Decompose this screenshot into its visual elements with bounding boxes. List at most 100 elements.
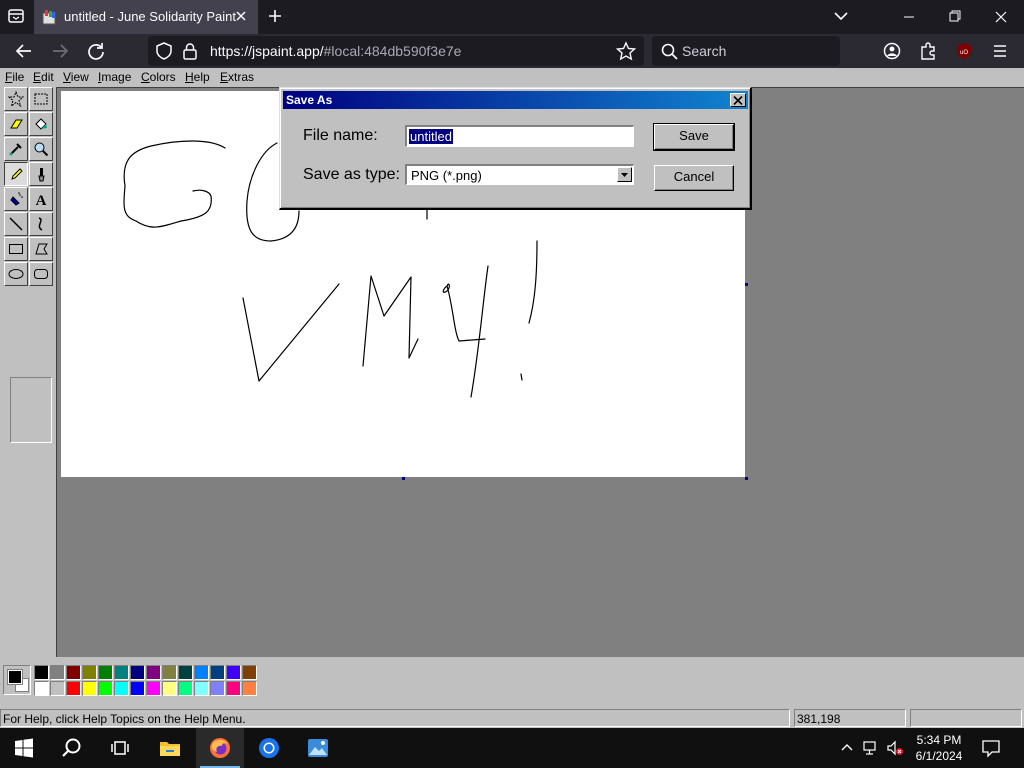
extensions-puzzle-icon[interactable] <box>916 40 940 62</box>
pick-color-tool[interactable] <box>4 137 28 161</box>
tab-close-icon[interactable] <box>233 8 249 24</box>
reload-icon[interactable] <box>84 40 108 62</box>
search-bar[interactable]: Search <box>652 36 840 66</box>
menu-extras[interactable]: Extras <box>220 70 254 84</box>
tray-chevron-up-icon[interactable] <box>838 739 856 757</box>
canvas-resize-handle-right[interactable] <box>745 283 748 286</box>
back-arrow-icon[interactable] <box>12 40 36 62</box>
tool-options-box[interactable] <box>10 377 52 443</box>
taskbar-clock[interactable]: 5:34 PM 6/1/2024 <box>904 732 974 764</box>
palette-swatch[interactable] <box>194 665 209 680</box>
line-tool[interactable] <box>4 212 28 236</box>
text-tool[interactable]: A <box>29 187 53 211</box>
palette-swatch[interactable] <box>194 681 209 696</box>
eraser-tool[interactable] <box>4 112 28 136</box>
file-explorer-button[interactable] <box>146 728 194 768</box>
palette-swatch[interactable] <box>210 681 225 696</box>
palette-swatch[interactable] <box>210 665 225 680</box>
palette-swatch[interactable] <box>226 681 241 696</box>
palette-swatch[interactable] <box>162 665 177 680</box>
curve-tool[interactable] <box>29 212 53 236</box>
menu-image[interactable]: Image <box>98 70 131 84</box>
dropdown-arrow-icon[interactable] <box>617 167 632 182</box>
palette-swatch[interactable] <box>146 681 161 696</box>
palette-swatch[interactable] <box>178 665 193 680</box>
pencil-tool[interactable] <box>4 162 28 186</box>
action-center-icon[interactable] <box>980 738 1002 758</box>
palette-swatch[interactable] <box>130 681 145 696</box>
restore-icon[interactable] <box>932 0 978 34</box>
account-icon[interactable] <box>880 40 904 62</box>
file-name-input[interactable]: untitled <box>405 125 634 147</box>
canvas-resize-handle-bottom[interactable] <box>402 477 405 480</box>
palette-swatch[interactable] <box>114 681 129 696</box>
palette-swatch[interactable] <box>98 665 113 680</box>
current-colors-box[interactable] <box>3 665 31 695</box>
save-as-type-select[interactable]: PNG (*.png) <box>405 164 634 185</box>
save-button[interactable]: Save <box>653 123 735 151</box>
browser-tab-active[interactable]: untitled - June Solidarity Paint <box>34 0 258 34</box>
foreground-color-swatch[interactable] <box>7 669 23 685</box>
hamburger-menu-icon[interactable] <box>988 40 1012 62</box>
palette-swatch[interactable] <box>66 681 81 696</box>
palette-swatch[interactable] <box>34 665 49 680</box>
menu-colors[interactable]: Colors <box>141 70 176 84</box>
bookmark-star-icon[interactable] <box>614 40 638 62</box>
palette-swatch[interactable] <box>114 665 129 680</box>
firefox-taskbar-button[interactable] <box>196 728 244 768</box>
forward-arrow-icon[interactable] <box>48 40 72 62</box>
dialog-close-button[interactable] <box>730 93 746 107</box>
menu-help-rest: elp <box>193 70 210 84</box>
free-form-select-tool[interactable] <box>4 87 28 111</box>
palette-swatch[interactable] <box>146 665 161 680</box>
tab-list-icon[interactable] <box>6 7 26 27</box>
polygon-tool[interactable] <box>29 237 53 261</box>
palette-swatch[interactable] <box>66 665 81 680</box>
network-icon[interactable] <box>862 739 880 757</box>
palette-swatch[interactable] <box>50 681 65 696</box>
select-tool[interactable] <box>29 87 53 111</box>
photos-taskbar-button[interactable] <box>294 728 342 768</box>
menu-edit[interactable]: Edit <box>33 70 54 84</box>
palette-swatch[interactable] <box>34 681 49 696</box>
minimize-icon[interactable] <box>886 0 932 34</box>
ellipse-tool[interactable] <box>4 262 28 286</box>
palette-swatch[interactable] <box>242 665 257 680</box>
menu-help[interactable]: Help <box>185 70 210 84</box>
menu-file[interactable]: File <box>5 70 24 84</box>
dialog-titlebar[interactable]: Save As <box>283 91 748 109</box>
task-view-button[interactable] <box>96 728 144 768</box>
palette-swatch[interactable] <box>178 681 193 696</box>
palette-swatch[interactable] <box>50 665 65 680</box>
list-all-tabs-chevron-icon[interactable] <box>818 0 864 34</box>
menu-bar: File Edit View Image Colors Help Extras <box>0 68 1024 86</box>
rounded-rectangle-tool[interactable] <box>29 262 53 286</box>
palette-swatch[interactable] <box>226 665 241 680</box>
ublock-origin-icon[interactable]: uO <box>952 40 976 62</box>
airbrush-tool[interactable] <box>4 187 28 211</box>
fill-tool[interactable] <box>29 112 53 136</box>
chrome-taskbar-button[interactable] <box>245 728 293 768</box>
rectangle-tool[interactable] <box>4 237 28 261</box>
url-bar[interactable]: https://jspaint.app/#local:484db590f3e7e <box>148 36 644 66</box>
start-button[interactable] <box>0 728 48 768</box>
palette-swatch[interactable] <box>82 681 97 696</box>
palette-swatch[interactable] <box>162 681 177 696</box>
window-close-icon[interactable] <box>978 0 1024 34</box>
menu-view[interactable]: View <box>63 70 89 84</box>
magnifier-tool[interactable] <box>29 137 53 161</box>
lock-icon[interactable] <box>178 40 202 62</box>
palette-swatch[interactable] <box>242 681 257 696</box>
canvas-resize-handle-corner[interactable] <box>745 477 748 480</box>
task-view-icon <box>111 741 129 755</box>
palette-swatch[interactable] <box>82 665 97 680</box>
pencil-icon <box>11 168 23 180</box>
tracking-shield-icon[interactable] <box>152 40 176 62</box>
new-tab-icon[interactable] <box>265 7 285 27</box>
cancel-button[interactable]: Cancel <box>654 165 734 191</box>
volume-muted-icon[interactable] <box>886 739 904 757</box>
palette-swatch[interactable] <box>98 681 113 696</box>
palette-swatch[interactable] <box>130 665 145 680</box>
brush-tool[interactable] <box>29 162 53 186</box>
taskbar-search-button[interactable] <box>48 728 96 768</box>
